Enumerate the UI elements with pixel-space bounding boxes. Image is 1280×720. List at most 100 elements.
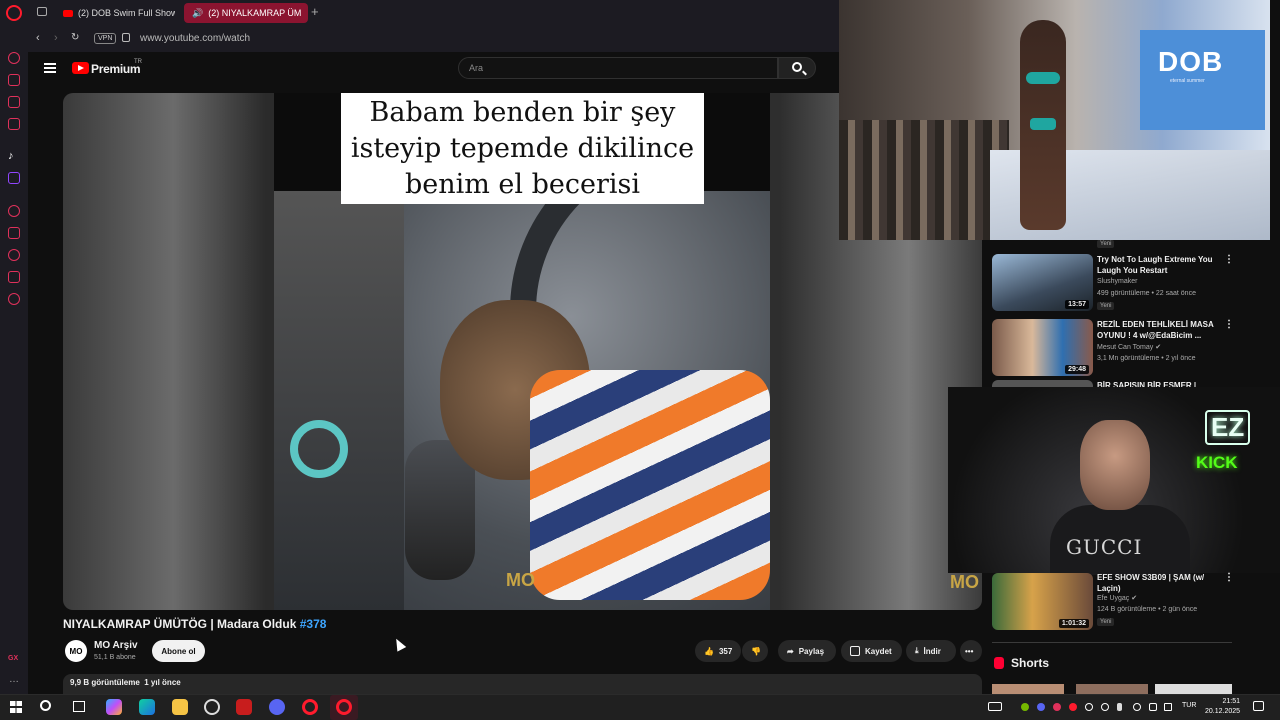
bookmarks-icon[interactable] bbox=[8, 227, 20, 239]
history-icon[interactable] bbox=[8, 249, 20, 261]
volume-icon[interactable] bbox=[1149, 703, 1157, 711]
reload-icon[interactable]: ↻ bbox=[71, 32, 79, 43]
more-actions-button[interactable]: ••• bbox=[960, 640, 982, 662]
tiktok-icon[interactable]: ♪ bbox=[8, 150, 14, 162]
more-vertical-icon[interactable]: ⋮ bbox=[1224, 319, 1234, 330]
search-input[interactable]: Ara bbox=[458, 57, 778, 79]
notification-icon[interactable] bbox=[1253, 701, 1264, 711]
share-icon: ➦ bbox=[787, 646, 794, 656]
discord-icon[interactable] bbox=[269, 699, 285, 715]
gx-icon[interactable]: GX bbox=[8, 655, 18, 662]
file-explorer-icon[interactable] bbox=[172, 699, 188, 715]
microphone-icon[interactable] bbox=[1117, 703, 1122, 711]
kick-neon-logo: KICK bbox=[1196, 453, 1238, 472]
recommendation-item[interactable]: 1:01:32 EFE SHOW S3B09 | ŞAM (w/ Laçin) … bbox=[992, 566, 1234, 630]
recommendation-channel[interactable]: Mesut Can Tomay ✔ bbox=[1097, 343, 1161, 351]
duration-badge: 29:48 bbox=[1065, 365, 1089, 374]
shorts-heading: Shorts bbox=[1011, 656, 1050, 670]
keyboard-icon[interactable] bbox=[988, 702, 1002, 711]
dob-logo-text: DOB bbox=[1158, 46, 1224, 77]
dashboard bbox=[274, 191, 404, 610]
network-icon[interactable] bbox=[1085, 703, 1093, 711]
discord-tray-icon[interactable] bbox=[1037, 703, 1045, 711]
recommendation-item[interactable]: 13:57 Try Not To Laugh Extreme You Laugh… bbox=[992, 254, 1234, 314]
save-button[interactable]: Kaydet bbox=[841, 640, 902, 662]
more-icon[interactable]: … bbox=[9, 674, 19, 685]
tab-niyalkamrap[interactable]: 🔊 (2) NIYALKAMRAP ÜM bbox=[184, 3, 308, 23]
vpn-badge[interactable]: VPN bbox=[94, 33, 117, 44]
duration-badge: 1:01:32 bbox=[1058, 619, 1089, 628]
opera-icon[interactable] bbox=[302, 699, 318, 715]
settings-gear-icon[interactable] bbox=[8, 293, 20, 305]
search-icon bbox=[792, 62, 802, 72]
recommendation-meta: 499 görüntüleme • 22 saat önce bbox=[1097, 290, 1196, 297]
copilot-icon[interactable] bbox=[106, 699, 122, 715]
youtube-logo-icon[interactable] bbox=[72, 62, 89, 74]
language-indicator[interactable]: TUR bbox=[1182, 702, 1196, 709]
audience bbox=[839, 120, 1009, 240]
recommendation-title[interactable]: EFE SHOW S3B09 | ŞAM (w/ Laçin) bbox=[1097, 572, 1215, 594]
like-button[interactable]: 👍 357 bbox=[695, 640, 741, 662]
battery-icon[interactable] bbox=[1164, 703, 1172, 711]
youtube-brand[interactable]: Premium bbox=[91, 62, 141, 76]
new-tab-button[interactable]: + bbox=[311, 4, 319, 19]
channel-name[interactable]: MO Arşiv bbox=[94, 640, 138, 651]
clock[interactable]: 21:51 20.12.2025 bbox=[1205, 697, 1240, 717]
player-icon[interactable] bbox=[8, 205, 20, 217]
more-vertical-icon[interactable]: ⋮ bbox=[1224, 572, 1234, 583]
video-title: NIYALKAMRAP ÜMÜTÖG | Madara Olduk #378 bbox=[63, 617, 327, 631]
messenger-icon[interactable] bbox=[8, 96, 20, 108]
neon-sign: EZ bbox=[1205, 410, 1251, 445]
shorts-thumbnails[interactable] bbox=[992, 684, 1232, 694]
edge-icon[interactable] bbox=[139, 699, 155, 715]
recommendation-meta: 124 B görüntüleme • 2 gün önce bbox=[1097, 606, 1198, 613]
recommendation-meta: 3,1 Mn görüntüleme • 2 yıl önce bbox=[1097, 355, 1196, 362]
subscribe-button[interactable]: Abone ol bbox=[152, 640, 205, 662]
dislike-button[interactable]: 👎 bbox=[742, 640, 768, 662]
wifi-icon[interactable] bbox=[1133, 703, 1141, 711]
search-icon[interactable] bbox=[40, 700, 51, 711]
instagram-icon[interactable] bbox=[8, 118, 20, 130]
nvidia-icon[interactable] bbox=[1021, 703, 1029, 711]
bikini-bottom bbox=[1030, 118, 1056, 130]
steam-icon[interactable] bbox=[1101, 703, 1109, 711]
recommendation-title[interactable]: REZİL EDEN TEHLİKELİ MASA OYUNU ! 4 w/@E… bbox=[1097, 319, 1215, 341]
recommendation-item[interactable]: 29:48 REZİL EDEN TEHLİKELİ MASA OYUNU ! … bbox=[992, 319, 1234, 379]
extensions-icon[interactable] bbox=[8, 271, 20, 283]
more-vertical-icon[interactable]: ⋮ bbox=[1224, 254, 1234, 265]
bookmark-icon bbox=[850, 646, 860, 656]
back-icon[interactable]: ‹ bbox=[36, 32, 40, 44]
recommendation-title[interactable]: Try Not To Laugh Extreme You Laugh You R… bbox=[1097, 254, 1215, 276]
page-scrollbar[interactable] bbox=[1270, 0, 1280, 694]
duration-badge: 13:57 bbox=[1065, 300, 1089, 309]
task-view-icon[interactable] bbox=[73, 701, 85, 712]
channel-avatar[interactable]: MO bbox=[65, 640, 87, 662]
description-box[interactable]: 9,9 B görüntüleme 1 yıl önce bbox=[63, 674, 982, 694]
dob-tagline: eternal summer bbox=[1170, 78, 1205, 84]
hashtag-link[interactable]: #378 bbox=[300, 617, 327, 631]
opera-tray-icon[interactable] bbox=[1053, 703, 1061, 711]
radio-app-icon[interactable] bbox=[236, 699, 252, 715]
opera-logo-icon[interactable] bbox=[6, 5, 22, 21]
workspace-icon[interactable] bbox=[8, 74, 20, 86]
aria-icon[interactable] bbox=[8, 52, 20, 64]
share-button[interactable]: ➦ Paylaş bbox=[778, 640, 836, 662]
air-vent bbox=[290, 420, 348, 478]
windows-start-icon[interactable] bbox=[10, 701, 22, 713]
download-button[interactable]: ⤓ İndir bbox=[906, 640, 956, 662]
hamburger-menu-icon[interactable] bbox=[44, 63, 56, 73]
gx-tray-icon[interactable] bbox=[1069, 703, 1077, 711]
url-field[interactable]: www.youtube.com/watch bbox=[140, 33, 250, 44]
search-button[interactable] bbox=[778, 57, 816, 79]
recommendation-channel[interactable]: Efe Uygaç ✔ bbox=[1097, 594, 1137, 602]
tab-dob-swim[interactable]: (2) DOB Swim Full Show bbox=[55, 3, 175, 23]
recommendation-channel[interactable]: Slushymaker bbox=[1097, 278, 1137, 285]
app-icon[interactable] bbox=[204, 699, 220, 715]
tab-island-icon[interactable] bbox=[37, 7, 47, 16]
youtube-icon bbox=[63, 9, 73, 17]
divider bbox=[992, 642, 1232, 643]
forward-icon[interactable]: › bbox=[54, 32, 58, 44]
thumbs-down-icon: 👎 bbox=[751, 646, 761, 656]
lock-icon[interactable] bbox=[122, 33, 130, 42]
twitch-icon[interactable] bbox=[8, 172, 20, 184]
